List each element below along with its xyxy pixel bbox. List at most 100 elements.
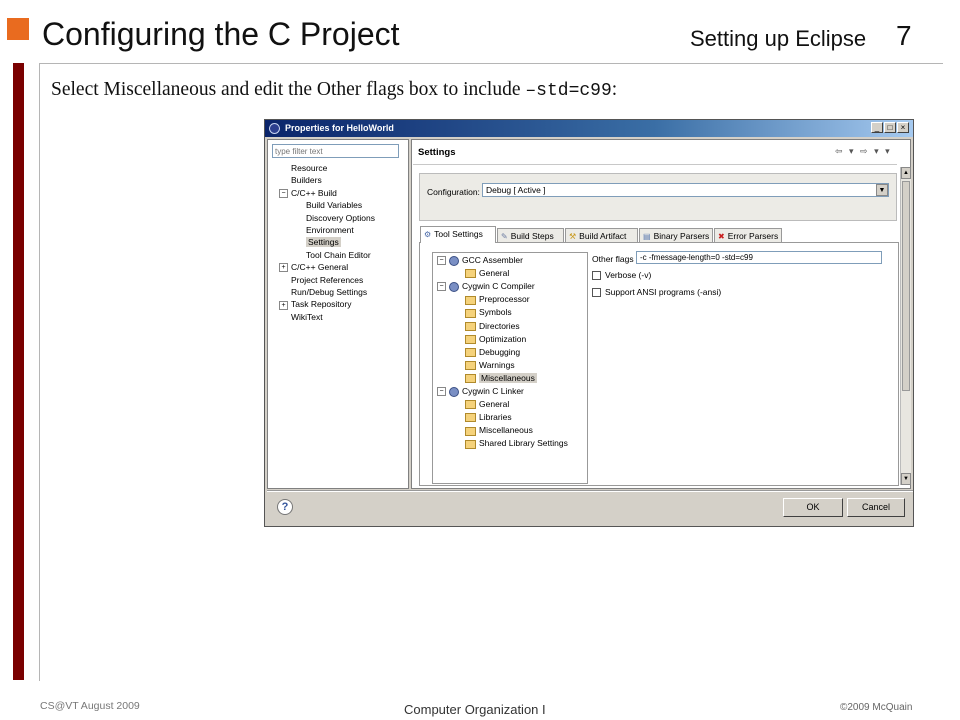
tab-label: Tool Settings xyxy=(434,229,483,239)
configuration-label: Configuration: xyxy=(427,187,480,197)
ok-button[interactable]: OK xyxy=(783,498,843,517)
tool-tree-category[interactable]: Shared Library Settings xyxy=(465,437,568,449)
close-button[interactable]: × xyxy=(897,122,909,133)
configuration-group xyxy=(419,173,897,221)
nav-item-label: Project References xyxy=(291,274,364,285)
slide-title: Configuring the C Project xyxy=(42,16,400,52)
nav-item[interactable]: Tool Chain Editor xyxy=(294,249,371,261)
tool-tree-tool[interactable]: − Cygwin C Compiler xyxy=(437,280,535,292)
option-category-icon xyxy=(465,334,476,344)
tool-gear-icon xyxy=(449,255,459,266)
nav-item[interactable]: + C/C++ General xyxy=(279,261,348,273)
tab-tool-settings[interactable]: ⚙ Tool Settings xyxy=(420,226,496,243)
scroll-thumb[interactable] xyxy=(902,181,910,391)
vertical-scrollbar[interactable]: ▲ ▼ xyxy=(900,167,911,485)
collapse-icon[interactable]: − xyxy=(279,189,288,199)
nav-item[interactable]: + Task Repository xyxy=(279,298,351,310)
tab-build-steps[interactable]: ✎ Build Steps xyxy=(497,228,564,242)
build-artifact-icon: ⚒ xyxy=(569,232,577,241)
tool-tree-category[interactable]: Miscellaneous xyxy=(465,424,533,436)
instruction-lead: Select Miscellaneous and edit the Other … xyxy=(51,79,526,100)
tool-gear-icon xyxy=(449,281,459,292)
nav-item[interactable]: Builders xyxy=(279,174,322,186)
other-flags-input[interactable]: -c -fmessage-length=0 -std=c99 xyxy=(636,251,882,264)
collapse-icon[interactable]: − xyxy=(437,387,446,397)
nav-item-label: C/C++ Build xyxy=(291,187,337,198)
collapse-icon[interactable]: − xyxy=(437,256,446,266)
nav-item-label: Settings xyxy=(306,237,341,248)
tool-gear-icon xyxy=(449,386,459,397)
option-category-icon xyxy=(465,347,476,357)
option-category-icon xyxy=(465,269,476,279)
instruction-code: –std=c99 xyxy=(525,81,612,101)
scroll-down-icon[interactable]: ▼ xyxy=(901,473,911,485)
option-category-icon xyxy=(465,426,476,436)
nav-item[interactable]: WikiText xyxy=(279,311,323,323)
tool-tree-tool[interactable]: − Cygwin C Linker xyxy=(437,385,524,397)
tab-label: Binary Parsers xyxy=(653,231,710,241)
nav-item[interactable]: Run/Debug Settings xyxy=(279,286,367,298)
nav-item[interactable]: Discovery Options xyxy=(294,212,375,224)
nav-item-label: Run/Debug Settings xyxy=(291,287,368,297)
tool-tree-label: General xyxy=(479,399,510,410)
tool-tree-label: Miscellaneous xyxy=(479,372,537,383)
chevron-down-icon[interactable]: ▼ xyxy=(876,184,888,196)
collapse-icon[interactable]: − xyxy=(437,282,446,292)
nav-item[interactable]: Project References xyxy=(279,274,363,286)
option-category-icon xyxy=(465,413,476,423)
expand-icon[interactable]: + xyxy=(279,300,288,310)
option-category-icon xyxy=(465,321,476,331)
tool-tree-label: Cygwin C Compiler xyxy=(462,281,535,292)
tool-tree-category[interactable]: Directories xyxy=(465,320,520,332)
section-title: Setting up Eclipse xyxy=(690,26,867,51)
ansi-checkbox[interactable] xyxy=(592,288,601,297)
tool-tree-category[interactable]: General xyxy=(465,267,509,279)
dialog-titlebar[interactable]: Properties for HelloWorld _ □ × xyxy=(265,120,913,137)
maximize-button[interactable]: □ xyxy=(884,122,896,133)
filter-input[interactable] xyxy=(272,144,399,158)
option-category-icon xyxy=(465,361,476,371)
instruction-text: Select Miscellaneous and edit the Other … xyxy=(51,79,617,101)
error-parsers-icon: ✖ xyxy=(718,232,725,241)
tool-tree-category[interactable]: Miscellaneous xyxy=(465,372,537,384)
cancel-button[interactable]: Cancel xyxy=(847,498,905,517)
tool-tree-label: Warnings xyxy=(479,359,515,370)
tool-tree-category[interactable]: Preprocessor xyxy=(465,293,530,305)
tab-build-artifact[interactable]: ⚒ Build Artifact xyxy=(565,228,638,242)
minimize-button[interactable]: _ xyxy=(871,122,883,133)
tool-tree-label: Preprocessor xyxy=(479,294,530,305)
build-steps-icon: ✎ xyxy=(501,232,508,241)
tab-label: Error Parsers xyxy=(727,231,779,241)
nav-item[interactable]: Resource xyxy=(279,162,327,174)
tool-tree-category[interactable]: Debugging xyxy=(465,346,520,358)
option-category-icon xyxy=(465,308,476,318)
expand-icon[interactable]: + xyxy=(279,263,288,273)
scroll-up-icon[interactable]: ▲ xyxy=(901,167,911,179)
tool-tree-tool[interactable]: − GCC Assembler xyxy=(437,254,523,266)
tool-tree-label: Miscellaneous xyxy=(479,425,533,436)
tool-tree-label: Debugging xyxy=(479,346,521,357)
tool-tree-category[interactable]: General xyxy=(465,398,509,410)
tool-tree-label: Shared Library Settings xyxy=(479,438,568,449)
tool-tree-category[interactable]: Warnings xyxy=(465,359,515,371)
nav-item[interactable]: Environment xyxy=(294,224,354,236)
tool-tree-category[interactable]: Optimization xyxy=(465,333,526,345)
history-nav-arrows[interactable]: ⇦ ▾ ⇨ ▾ ▾ xyxy=(835,146,892,157)
tab-label: Build Steps xyxy=(510,231,554,241)
tool-tree-category[interactable]: Libraries xyxy=(465,411,512,423)
nav-item[interactable]: − C/C++ Build xyxy=(279,187,337,199)
nav-item[interactable]: Build Variables xyxy=(294,199,362,211)
option-category-icon xyxy=(465,439,476,449)
help-icon[interactable]: ? xyxy=(277,499,293,515)
instruction-end: : xyxy=(611,79,618,100)
tab-binary-parsers[interactable]: ▤ Binary Parsers xyxy=(639,228,713,242)
properties-dialog: Properties for HelloWorld _ □ × Settings… xyxy=(264,119,914,527)
verbose-checkbox[interactable] xyxy=(592,271,601,280)
configuration-select[interactable]: Debug [ Active ] xyxy=(482,183,889,197)
footer-course: CS@VT August 2009 xyxy=(40,700,140,712)
nav-item[interactable]: Settings xyxy=(294,236,341,248)
option-category-icon xyxy=(465,374,476,384)
tool-tree-category[interactable]: Symbols xyxy=(465,306,512,318)
tab-error-parsers[interactable]: ✖ Error Parsers xyxy=(714,228,782,242)
header-divider xyxy=(413,164,897,165)
